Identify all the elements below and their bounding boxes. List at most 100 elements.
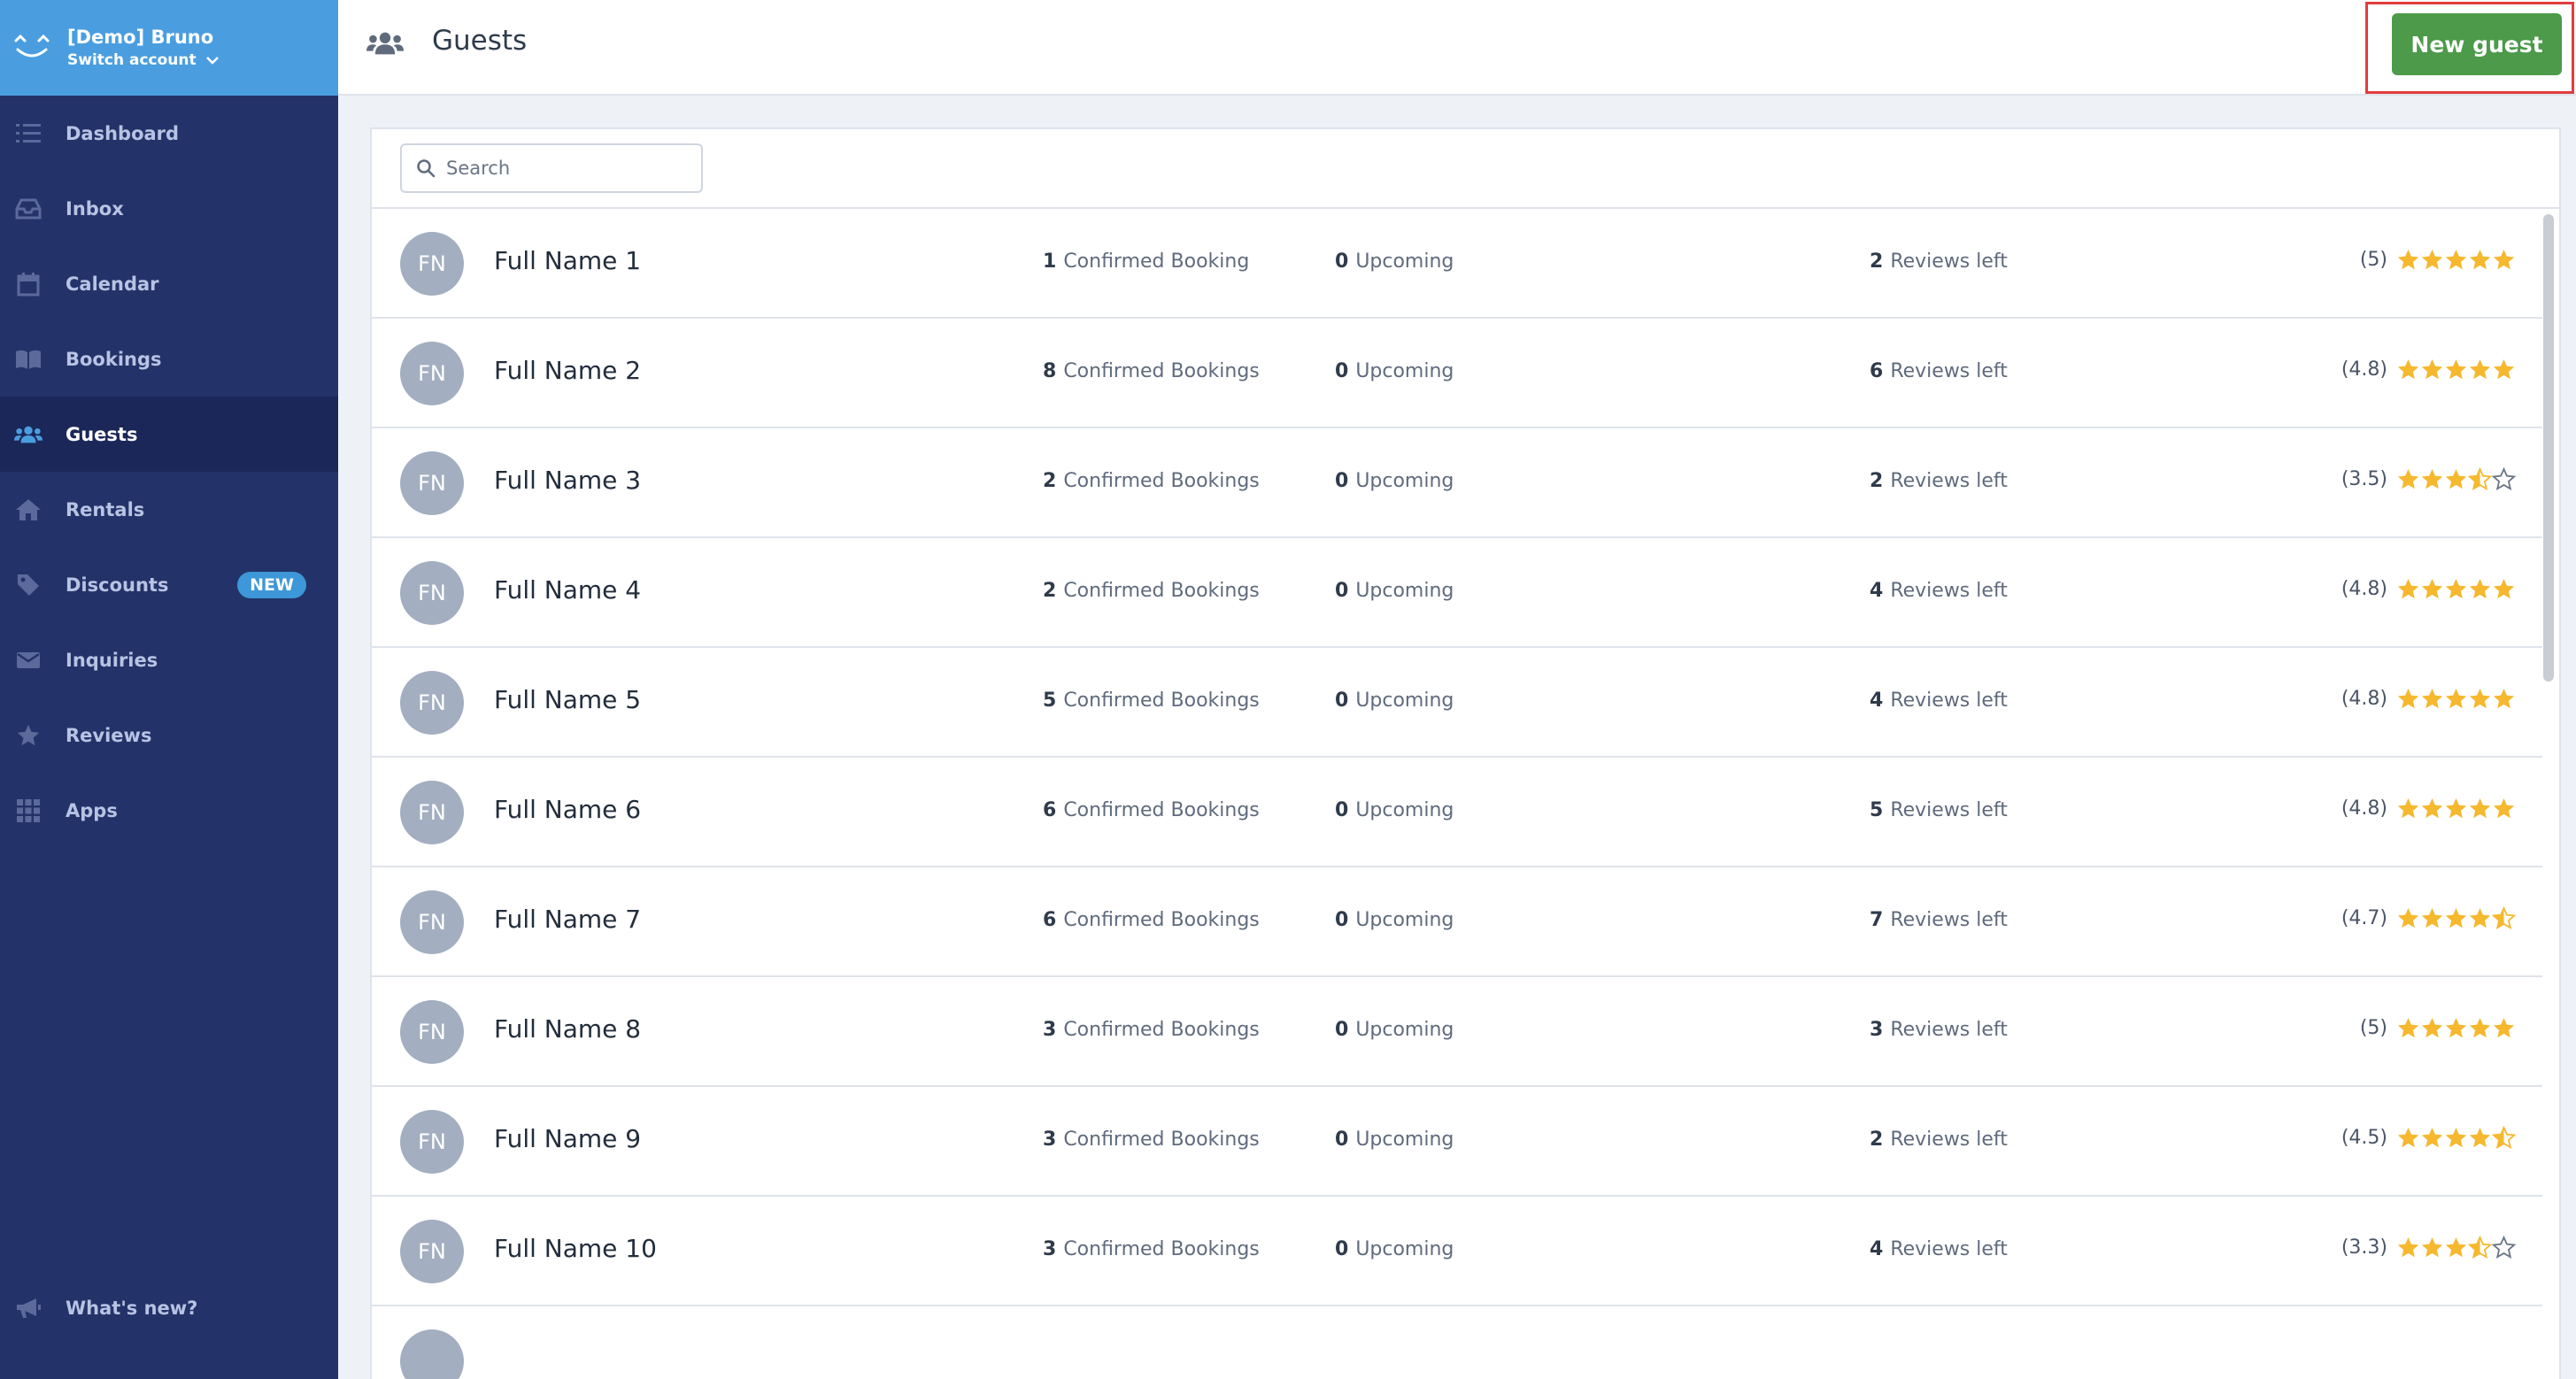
table-row[interactable]: FN Full Name 6 6 Confirmed Bookings 0 Upcomin… xyxy=(372,758,2542,867)
upcoming-label: Upcoming xyxy=(1355,360,1454,382)
reviews-count: 5 xyxy=(1870,799,1884,821)
scrollbar[interactable] xyxy=(2543,214,2554,682)
new-badge: NEW xyxy=(237,571,306,598)
account-name: [Demo] Bruno xyxy=(67,27,214,48)
rating: (4.8) xyxy=(2341,358,2516,381)
guest-name[interactable]: Full Name 2 xyxy=(494,356,641,385)
guest-name[interactable]: Full Name 8 xyxy=(494,1014,641,1044)
list-icon xyxy=(14,119,42,148)
sidebar-item-apps[interactable]: Apps xyxy=(0,773,338,848)
confirmed-bookings: 2 Confirmed Bookings xyxy=(1043,580,1260,602)
table-row[interactable]: FN Full Name 10 3 Confirmed Bookings 0 Upcomi… xyxy=(372,1197,2542,1306)
confirmed-label: Confirmed Bookings xyxy=(1063,1238,1260,1260)
reviews-left: 4 Reviews left xyxy=(1870,690,2008,712)
reviews-left: 2 Reviews left xyxy=(1870,250,2008,273)
confirmed-count: 6 xyxy=(1043,799,1057,821)
confirmed-label: Confirmed Booking xyxy=(1063,250,1250,273)
reviews-count: 3 xyxy=(1870,1019,1884,1041)
reviews-left: 2 Reviews left xyxy=(1870,1129,2008,1151)
table-row[interactable]: FN Full Name 4 2 Confirmed Bookings 0 Upcomin… xyxy=(372,538,2542,648)
upcoming-bookings: 0 Upcoming xyxy=(1335,360,1454,382)
table-row[interactable]: FN Full Name 5 5 Confirmed Bookings 0 Upcomin… xyxy=(372,648,2542,758)
inbox-icon xyxy=(14,195,42,223)
guests-panel: FN Full Name 1 1 Confirmed Booking 0 Upcoming… xyxy=(370,127,2561,1379)
sidebar-item-reviews[interactable]: Reviews xyxy=(0,697,338,773)
sidebar-item-guests[interactable]: Guests xyxy=(0,397,338,472)
star-filled-icon xyxy=(2469,359,2491,380)
confirmed-count: 6 xyxy=(1043,909,1057,931)
sidebar-item-inquiries[interactable]: Inquiries xyxy=(0,622,338,697)
confirmed-label: Confirmed Bookings xyxy=(1063,470,1260,492)
star-filled-icon xyxy=(2397,1018,2419,1038)
upcoming-label: Upcoming xyxy=(1355,1019,1454,1041)
guest-name[interactable]: Full Name 3 xyxy=(494,466,641,495)
reviews-count: 4 xyxy=(1870,690,1884,712)
reviews-label: Reviews left xyxy=(1890,1238,2008,1260)
rating: (3.3) xyxy=(2341,1236,2516,1260)
rating-value: (4.8) xyxy=(2341,578,2387,600)
sidebar-item-whats-new[interactable]: What's new? xyxy=(0,1270,338,1345)
switch-account-link[interactable]: Switch account xyxy=(67,50,220,71)
confirmed-label: Confirmed Bookings xyxy=(1063,580,1260,602)
table-row[interactable]: FN Full Name 2 8 Confirmed Bookings 0 Upcomin… xyxy=(372,319,2542,428)
guest-name[interactable]: Full Name 9 xyxy=(494,1124,641,1153)
star-filled-icon xyxy=(2397,689,2419,709)
upcoming-bookings: 0 Upcoming xyxy=(1335,250,1454,273)
confirmed-label: Confirmed Bookings xyxy=(1063,690,1260,712)
search-input[interactable] xyxy=(446,158,676,179)
sidebar-item-label: Inbox xyxy=(66,197,124,220)
account-switcher[interactable]: [Demo] Bruno Switch account xyxy=(0,0,338,96)
megaphone-icon xyxy=(14,1294,42,1322)
rating-value: (3.3) xyxy=(2341,1236,2387,1259)
star-filled-icon xyxy=(2445,359,2467,380)
table-row[interactable]: FN Full Name 8 3 Confirmed Bookings 0 Upcomin… xyxy=(372,977,2542,1087)
table-row[interactable]: FN Full Name 7 6 Confirmed Bookings 0 Upcomin… xyxy=(372,867,2542,977)
upcoming-label: Upcoming xyxy=(1355,799,1454,821)
logo-icon xyxy=(14,34,50,58)
star-half-icon xyxy=(2492,906,2516,930)
reviews-label: Reviews left xyxy=(1890,690,2008,712)
envelope-icon xyxy=(14,646,42,674)
sidebar-item-rentals[interactable]: Rentals xyxy=(0,472,338,547)
sidebar-item-dashboard[interactable]: Dashboard xyxy=(0,96,338,171)
table-row[interactable]: FN Full Name 1 1 Confirmed Booking 0 Upcoming… xyxy=(372,209,2542,319)
search-box[interactable] xyxy=(400,143,703,193)
star-filled-icon xyxy=(2445,1237,2467,1258)
guest-name[interactable]: Full Name 6 xyxy=(494,795,641,824)
star-filled-icon xyxy=(2397,908,2419,928)
sidebar-item-discounts[interactable]: Discounts NEW xyxy=(0,547,338,622)
guest-name[interactable]: Full Name 4 xyxy=(494,575,641,605)
upcoming-count: 0 xyxy=(1335,470,1349,492)
upcoming-count: 0 xyxy=(1335,1238,1349,1260)
guest-name[interactable]: Full Name 10 xyxy=(494,1234,657,1263)
upcoming-bookings: 0 Upcoming xyxy=(1335,470,1454,492)
table-row[interactable]: FN Full Name 9 3 Confirmed Bookings 0 Upcomin… xyxy=(372,1087,2542,1197)
star-filled-icon xyxy=(2445,908,2467,928)
star-filled-icon xyxy=(2445,1018,2467,1038)
sidebar: [Demo] Bruno Switch account Dashboard In… xyxy=(0,0,338,1379)
reviews-left: 4 Reviews left xyxy=(1870,580,2008,602)
confirmed-label: Confirmed Bookings xyxy=(1063,909,1260,931)
sidebar-item-bookings[interactable]: Bookings xyxy=(0,321,338,397)
confirmed-bookings: 1 Confirmed Booking xyxy=(1043,250,1249,273)
guest-name[interactable]: Full Name 7 xyxy=(494,905,641,934)
confirmed-count: 1 xyxy=(1043,250,1057,273)
sidebar-item-label: Inquiries xyxy=(66,649,158,671)
star-filled-icon xyxy=(2421,579,2443,599)
sidebar-item-calendar[interactable]: Calendar xyxy=(0,246,338,321)
star-filled-icon xyxy=(2445,689,2467,709)
table-row[interactable]: FN Full Name 3 2 Confirmed Bookings 0 Upcomin… xyxy=(372,428,2542,538)
users-icon xyxy=(14,420,42,449)
sidebar-item-inbox[interactable]: Inbox xyxy=(0,171,338,246)
sidebar-item-label: Calendar xyxy=(66,273,159,295)
star-empty-icon xyxy=(2492,1236,2516,1260)
guest-name[interactable]: Full Name 1 xyxy=(494,246,641,275)
sidebar-item-label: Bookings xyxy=(66,348,162,370)
table-row[interactable] xyxy=(372,1306,2542,1379)
upcoming-count: 0 xyxy=(1335,690,1349,712)
guest-name[interactable]: Full Name 5 xyxy=(494,685,641,714)
sidebar-item-label: Dashboard xyxy=(66,122,180,144)
upcoming-count: 0 xyxy=(1335,250,1349,273)
upcoming-count: 0 xyxy=(1335,799,1349,821)
new-guest-button[interactable]: New guest xyxy=(2392,13,2562,75)
